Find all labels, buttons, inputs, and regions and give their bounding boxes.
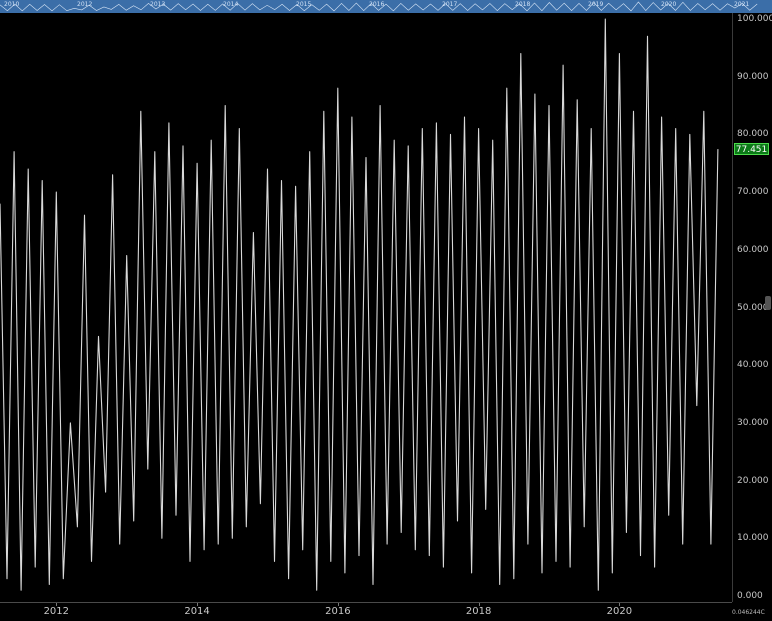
plot-area[interactable]	[0, 13, 732, 602]
y-tick-label: 40.000	[737, 360, 769, 371]
navigator-year-label: 2019	[588, 1, 604, 8]
x-tick-label: 2016	[325, 606, 351, 617]
navigator-line	[0, 1, 758, 12]
series-line-0	[0, 18, 719, 591]
y-tick-label: 20.000	[737, 475, 769, 486]
navigator-year-label: 2016	[369, 1, 385, 8]
x-tick-label: 2018	[465, 606, 492, 617]
y-tick-label: 100.000	[737, 14, 772, 24]
y-tick-label: 50.000	[737, 302, 769, 313]
x-axis[interactable]: 2012 2014 2016 2018 2020	[0, 602, 732, 621]
y-tick-label: 60.000	[737, 244, 769, 255]
navigator-year-label: 2018	[515, 1, 531, 8]
navigator-year-label: 2020	[661, 1, 677, 8]
navigator-year-label: 2013	[150, 1, 166, 8]
navigator-year-label: 2021	[734, 1, 750, 8]
corner-info: 0.046244C	[732, 609, 765, 616]
navigator-year-label: 2010	[4, 1, 20, 8]
x-tick-label: 2012	[43, 606, 70, 617]
navigator-year-label: 2017	[442, 1, 458, 8]
y-tick-label: 30.000	[737, 417, 769, 428]
navigator-bar[interactable]: 2010 2012 2013 2014 2015 2016 2017 2018 2019 2020…	[0, 0, 772, 13]
navigator-year-label: 2012	[77, 1, 93, 8]
navigator-year-label: 2015	[296, 1, 312, 8]
y-tick-label: 80.000	[737, 129, 769, 140]
y-tick-label: 90.000	[737, 71, 769, 82]
x-tick-label: 2020	[606, 606, 633, 617]
last-value-badge: 77.451	[734, 143, 769, 156]
y-axis-scroll-handle[interactable]	[765, 296, 771, 310]
y-tick-label: 0.000	[737, 591, 763, 601]
y-tick-label: 10.000	[737, 533, 769, 544]
y-tick-label: 70.000	[737, 187, 769, 198]
navigator-year-label: 2014	[223, 1, 239, 8]
x-tick-label: 2014	[184, 606, 210, 617]
